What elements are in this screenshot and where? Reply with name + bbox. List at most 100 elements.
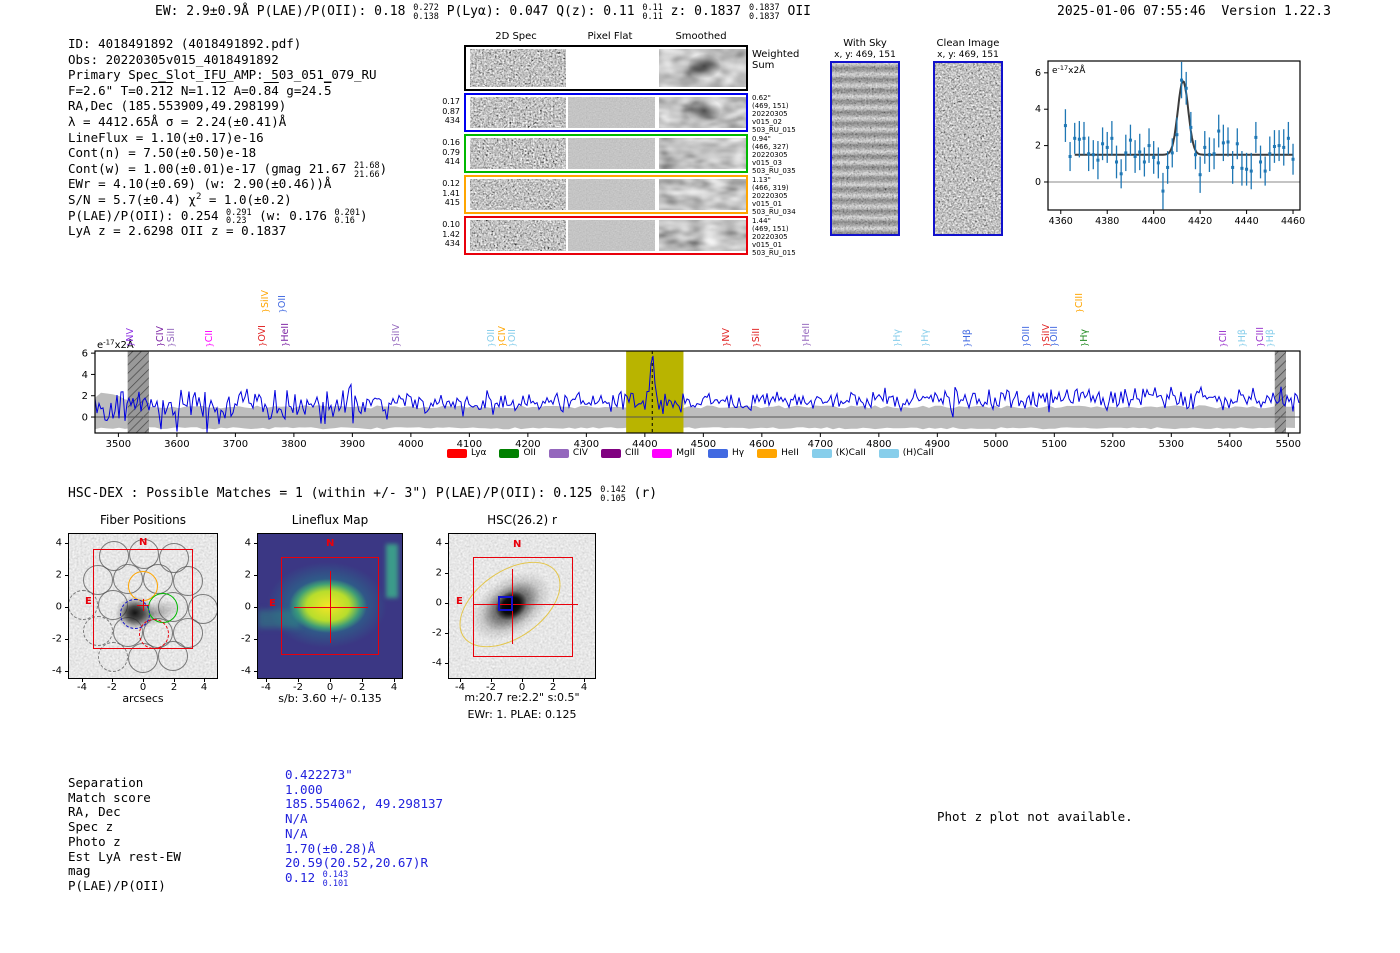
fiber-id-line: (466, 327) [752, 143, 822, 151]
legend-swatch [549, 449, 569, 458]
fiber-id-line: v015_01 [752, 241, 822, 249]
overbar-segment: 5 [324, 83, 332, 98]
info-line: P(LAE)/P(OII): 0.254 0.2910.23 (w: 0.176… [68, 208, 387, 224]
panel-x-tick-mark [174, 679, 175, 682]
legend-item: OII [499, 448, 535, 458]
hsc-dex-summary-line: HSC-DEX : Possible Matches = 1 (within +… [68, 486, 657, 503]
panel-y-tick-mark [254, 575, 257, 576]
lo-value: 0.105 [600, 495, 626, 503]
legend-label: (K)CaII [836, 448, 866, 458]
overbar-segment: 212 [151, 83, 174, 98]
legend-label: Lyα [471, 448, 486, 458]
x-tick-label: 3800 [281, 439, 306, 450]
data-point [1240, 167, 1243, 170]
data-point [1203, 146, 1206, 149]
text-segment: z: 0.1837 [663, 4, 749, 19]
noise-envelope [95, 393, 1295, 430]
x-tick-label: 4420 [1188, 216, 1212, 227]
weighted-sum-line2: Sum [752, 60, 799, 71]
stacked-hi-lo: 0.1420.105 [600, 486, 626, 503]
spectral-line-label: }OII [277, 295, 288, 313]
lineflux-map-title: Lineflux Map [292, 513, 368, 527]
panel-y-tick-label: 2 [245, 570, 251, 581]
match-row-label: P(LAE)/P(OII) [68, 878, 166, 893]
spec2d-strip-raw [470, 220, 566, 251]
fiber-id-line: 20220305 [752, 192, 822, 200]
match-row-label: RA, Dec [68, 804, 121, 819]
legend-swatch [812, 449, 832, 458]
spectral-line-label: }SiIV [260, 290, 271, 313]
report-timestamp: 2025-01-06 07:55:46 [1057, 4, 1206, 19]
weight-value: 1.41 [414, 189, 460, 199]
data-point [1073, 137, 1076, 140]
catalog-position-box [498, 596, 513, 611]
stacked-hi-lo: 21.6821.66 [354, 162, 380, 179]
match-row-value: 1.000 [285, 782, 323, 797]
fiber-id-line: 20220305 [752, 110, 822, 118]
legend-item: (H)CaII [879, 448, 934, 458]
panel-x-tick-label: -2 [107, 682, 117, 693]
y-axis-unit-label: e-17x2Å [1052, 64, 1086, 76]
extraction-box [473, 557, 573, 657]
text-segment: 1.70(±0.28)Å [285, 841, 375, 856]
legend-swatch [499, 449, 519, 458]
north-label: N [139, 537, 147, 548]
panel-y-tick-mark [445, 573, 448, 574]
panel-x-tick-label: -4 [455, 682, 465, 693]
panel-x-tick-mark [491, 679, 492, 682]
lo-value: 0.101 [323, 880, 349, 888]
lo-value: 0.138 [413, 13, 439, 21]
panel-x-tick-mark [522, 679, 523, 682]
panel-x-tick-mark [330, 679, 331, 682]
legend-label: Hγ [732, 448, 744, 458]
data-point [1110, 137, 1113, 140]
fiber-positions-title: Fiber Positions [100, 513, 186, 527]
text-segment: EW: 2.9±0.9Å P(LAE)/P(OII): 0.18 [155, 4, 413, 19]
text-segment: 20.59(20.52,20.67)R [285, 855, 428, 870]
panel-y-tick-label: 0 [56, 602, 62, 613]
panel-y-tick-label: 4 [245, 538, 251, 549]
spec2d-strip-flat [568, 97, 655, 128]
fiber-id-line: 503_RU_015 [752, 126, 822, 134]
spec2d-strip-smoothed [659, 220, 746, 251]
match-row-label: Separation [68, 775, 143, 790]
data-point [1152, 156, 1155, 159]
x-tick-label: 3500 [106, 439, 131, 450]
panel-x-tick-mark [298, 679, 299, 682]
fiber-row-weights: 0.170.87434 [414, 97, 460, 126]
stacked-hi-lo: 0.2010.16 [334, 209, 360, 226]
panel-y-tick-label: -2 [432, 628, 442, 639]
panel-y-tick-mark [445, 633, 448, 634]
masked-band-hatch [128, 351, 149, 433]
legend-item: (K)CaII [812, 448, 866, 458]
overbar-segment: 12 [211, 83, 226, 98]
spec2d-strip-raw [470, 97, 566, 128]
y-axis-unit-label: e-17x2Å [97, 338, 134, 351]
panel-y-tick-mark [254, 639, 257, 640]
spec2d-strip-flat [568, 49, 655, 87]
data-point [1078, 138, 1081, 141]
panel-x-tick-label: -4 [261, 682, 271, 693]
info-line: EWr = 4.10(±0.69) (w: 2.90(±0.46))Å [68, 176, 387, 192]
x-tick-label: 3700 [223, 439, 248, 450]
overbar-segment: 84 [264, 83, 279, 98]
data-point [1185, 87, 1188, 90]
x-tick-label: 4000 [398, 439, 423, 450]
panel-y-tick-mark [65, 607, 68, 608]
smoothed-dark-blob [659, 49, 746, 87]
data-point [1259, 160, 1262, 163]
fiber-2d-row [464, 134, 748, 173]
text-segment: Obs: 20220305v015_4018491892 [68, 52, 279, 67]
panel-y-tick-label: 2 [436, 568, 442, 579]
info-line: F=2.6" T=0.212 N=1.12 A=0.84 g=24.5 [68, 83, 387, 99]
panel-y-tick-mark [65, 671, 68, 672]
lo-value: 21.66 [354, 171, 380, 179]
panel-y-tick-label: 0 [436, 598, 442, 609]
spec2d-strip-smoothed [659, 179, 746, 210]
data-point [1092, 153, 1095, 156]
x-tick-label: 5500 [1276, 439, 1301, 450]
panel-y-tick-label: 2 [56, 570, 62, 581]
data-point [1231, 166, 1234, 169]
panel-x-tick-mark [204, 679, 205, 682]
data-point [1245, 168, 1248, 171]
